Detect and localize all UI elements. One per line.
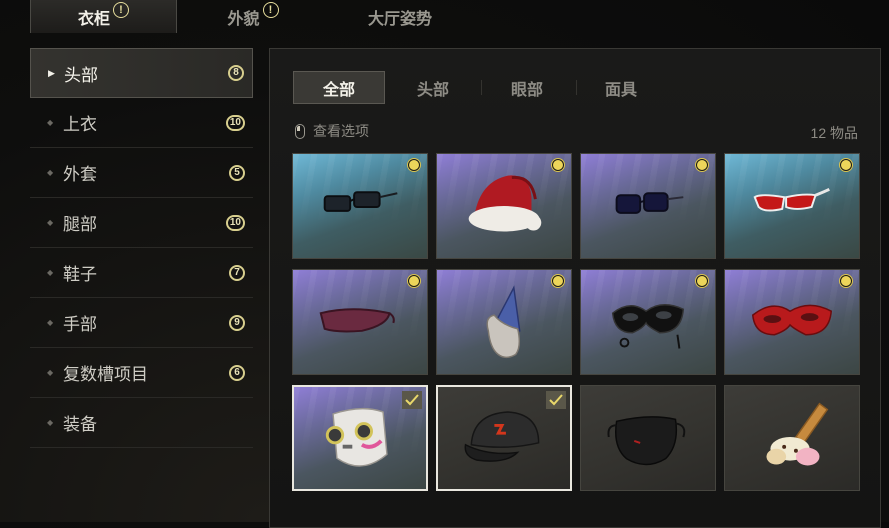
- new-item-dot: [552, 275, 564, 287]
- sidebar-item-tops[interactable]: ◆ 上衣 10: [30, 98, 253, 148]
- item-tile[interactable]: [292, 153, 428, 259]
- tab-eyes[interactable]: 眼部: [481, 71, 573, 104]
- santa-hat-icon: [468, 175, 542, 232]
- tab-masks[interactable]: 面具: [575, 71, 667, 104]
- item-tile[interactable]: [724, 153, 860, 259]
- mouse-icon: [295, 123, 305, 139]
- diamond-bullet-icon: ◆: [47, 218, 54, 227]
- count-badge: 9: [229, 314, 245, 331]
- red-sport-sunglasses-icon: [753, 188, 830, 212]
- tab-wardrobe-label: 衣柜: [77, 10, 110, 28]
- sidebar-item-outerwear[interactable]: ◆ 外套 5: [30, 148, 253, 198]
- tab-appearance[interactable]: 外貌 !: [178, 0, 328, 33]
- new-item-dot: [408, 275, 420, 287]
- sidebar-item-head[interactable]: ▶ 头部 8: [30, 48, 253, 98]
- count-badge: 7: [229, 264, 245, 281]
- black-face-mask-icon: [607, 416, 686, 466]
- sidebar-item-multi-slot[interactable]: ◆ 复数槽项目 6: [30, 348, 253, 398]
- sidebar-item-label: 头部: [64, 65, 98, 85]
- tab-appearance-label: 外貌: [227, 10, 260, 28]
- item-tile[interactable]: [724, 385, 860, 491]
- black-glasses-icon: [323, 191, 398, 212]
- new-item-dot: [408, 159, 420, 171]
- sidebar-item-label: 复数槽项目: [63, 365, 148, 384]
- count-badge: 10: [225, 214, 245, 231]
- view-options-label: 查看选项: [313, 123, 369, 139]
- count-badge: 6: [229, 364, 245, 381]
- sidebar-item-label: 腿部: [63, 215, 97, 234]
- black-masquerade-mask-icon: [611, 304, 685, 349]
- item-tile[interactable]: [580, 153, 716, 259]
- diamond-bullet-icon: ◆: [47, 118, 54, 127]
- new-item-dot: [552, 159, 564, 171]
- red-masquerade-mask-icon: [751, 304, 833, 336]
- item-panel: 全部 头部 眼部 面具 查看选项 12 物品: [269, 48, 881, 528]
- item-tile[interactable]: [580, 269, 716, 375]
- alert-icon: !: [113, 1, 129, 18]
- item-tile[interactable]: [724, 269, 860, 375]
- sidebar-item-gear[interactable]: ◆ 装备: [30, 398, 253, 448]
- equipped-check-icon: [402, 391, 422, 409]
- tab-lobby-pose-label: 大厅姿势: [367, 10, 432, 28]
- diamond-bullet-icon: ◆: [47, 418, 54, 427]
- item-tile[interactable]: [292, 269, 428, 375]
- item-tile-equipped[interactable]: [436, 385, 572, 491]
- sidebar-item-label: 装备: [63, 415, 97, 434]
- sidebar-item-label: 外套: [63, 165, 97, 184]
- party-hat-wig-icon: [486, 285, 521, 359]
- diamond-bullet-icon: ◆: [47, 318, 54, 327]
- sidebar-item-hands[interactable]: ◆ 手部 9: [30, 298, 253, 348]
- alert-icon: !: [262, 1, 279, 18]
- dark-sunglasses-icon: [615, 192, 684, 214]
- tab-head[interactable]: 头部: [387, 71, 479, 104]
- item-tile[interactable]: [436, 269, 572, 375]
- tab-wardrobe[interactable]: 衣柜 !: [30, 0, 177, 33]
- top-tab-bar: 衣柜 ! 外貌 ! 大厅姿势: [0, 0, 889, 33]
- sidebar: ▶ 头部 8 ◆ 上衣 10 ◆ 外套 5 ◆ 腿部 10 ◆ 鞋子 7 ◆ 手…: [30, 48, 253, 448]
- diamond-bullet-icon: ◆: [47, 368, 54, 377]
- new-item-dot: [696, 275, 708, 287]
- item-tile-equipped[interactable]: [292, 385, 428, 491]
- item-tile[interactable]: [436, 153, 572, 259]
- sidebar-item-label: 手部: [63, 315, 97, 334]
- sidebar-item-legs[interactable]: ◆ 腿部 10: [30, 198, 253, 248]
- tab-lobby-pose[interactable]: 大厅姿势: [330, 0, 470, 33]
- equipped-check-icon: [546, 391, 566, 409]
- count-badge: 8: [228, 65, 244, 81]
- diamond-bullet-icon: ◆: [47, 168, 54, 177]
- tab-all[interactable]: 全部: [293, 71, 385, 104]
- sidebar-item-label: 上衣: [63, 115, 97, 134]
- view-options-button[interactable]: 查看选项: [295, 121, 369, 141]
- visor-glasses-icon: [319, 308, 395, 333]
- new-item-dot: [840, 275, 852, 287]
- count-badge: 10: [225, 114, 245, 131]
- new-item-dot: [696, 159, 708, 171]
- count-badge: 5: [229, 164, 245, 181]
- ice-cream-hat-icon: [766, 402, 829, 466]
- item-tile[interactable]: [580, 385, 716, 491]
- sidebar-item-shoes[interactable]: ◆ 鞋子 7: [30, 248, 253, 298]
- sidebar-item-label: 鞋子: [63, 265, 97, 284]
- new-item-dot: [840, 159, 852, 171]
- item-count: 12 物品: [810, 125, 858, 141]
- arrow-right-icon: ▶: [48, 67, 55, 78]
- diamond-bullet-icon: ◆: [47, 268, 54, 277]
